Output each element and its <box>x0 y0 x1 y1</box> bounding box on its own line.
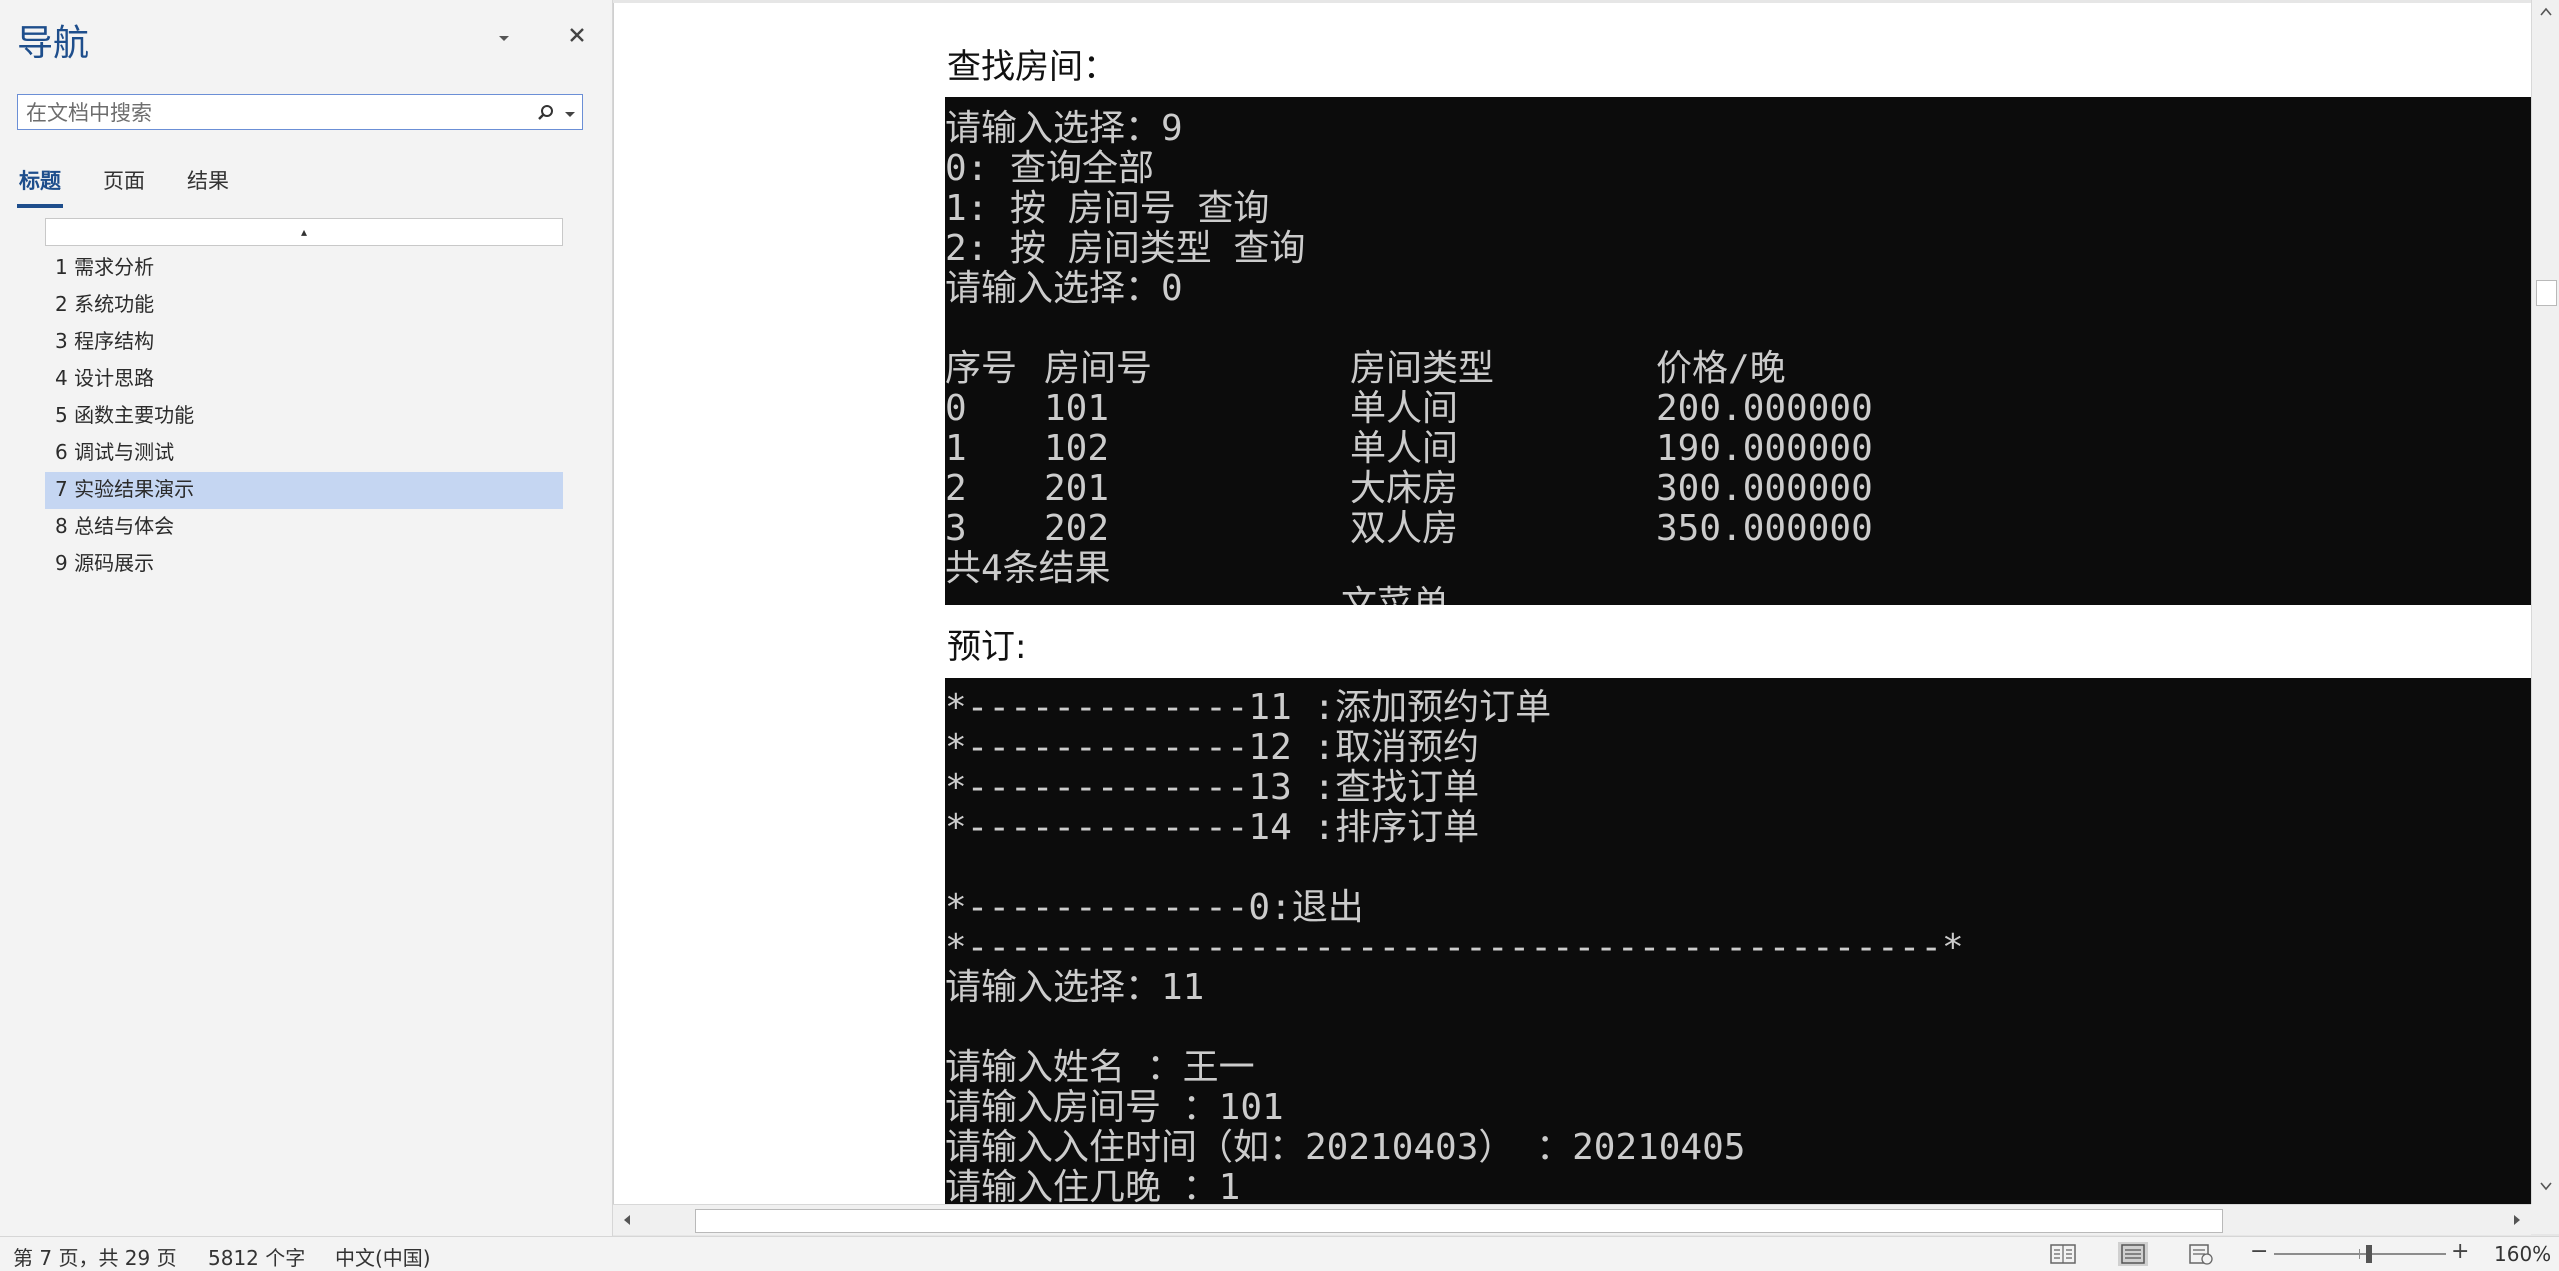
vertical-scrollbar[interactable] <box>2531 0 2559 1204</box>
heading-item-debug-testing[interactable]: 6 调试与测试 <box>45 435 563 472</box>
console-result-count: 共4条结果 <box>945 548 1111 589</box>
table-cell: 3 <box>945 508 967 549</box>
heading-item-function-overview[interactable]: 5 函数主要功能 <box>45 398 563 435</box>
heading-item-design-ideas[interactable]: 4 设计思路 <box>45 361 563 398</box>
read-mode-icon[interactable] <box>2048 1242 2078 1266</box>
tab-pages[interactable]: 页面 <box>103 165 145 195</box>
close-icon[interactable] <box>564 22 590 48</box>
console-line: 请输入选择：9 <box>945 108 1183 149</box>
document-area[interactable]: 查找房间： 请输入选择：9 0: 查询全部 1: 按 房间号 查询 2: 按 房… <box>613 0 2531 1204</box>
paragraph-booking: 预订: <box>947 627 1027 667</box>
scroll-down-arrow-icon[interactable] <box>2538 1178 2554 1194</box>
table-cell: 双人房 <box>1350 508 1459 549</box>
console-line: *---------------------------------------… <box>945 927 1964 968</box>
console-screenshot-booking: *-------------11 :添加预约订单 *-------------1… <box>945 678 2531 1204</box>
scroll-right-arrow-icon[interactable] <box>2509 1212 2525 1228</box>
table-cell: 190.000000 <box>1656 428 1873 469</box>
table-header-cell: 房间类型 <box>1350 348 1495 389</box>
console-line: 请输入选择：0 <box>945 268 1183 309</box>
scroll-up-arrow-icon[interactable] <box>2538 4 2554 20</box>
page-count-status[interactable]: 第 7 页，共 29 页 <box>13 1242 177 1271</box>
table-cell: 单人间 <box>1350 388 1459 429</box>
search-icon[interactable] <box>536 103 556 123</box>
heading-item-results-demo[interactable]: 7 实验结果演示 <box>45 472 563 509</box>
heading-item-source-code[interactable]: 9 源码展示 <box>45 546 563 583</box>
heading-item-system-functions[interactable]: 2 系统功能 <box>45 287 563 324</box>
console-line: 1: 按 房间号 查询 <box>945 188 1270 229</box>
web-layout-icon[interactable] <box>2186 1242 2216 1266</box>
tab-results[interactable]: 结果 <box>187 165 229 195</box>
table-cell: 300.000000 <box>1656 468 1873 509</box>
word-count-status[interactable]: 5812 个字 <box>208 1242 305 1271</box>
zoom-slider-track[interactable] <box>2274 1253 2446 1255</box>
search-input[interactable] <box>24 95 528 131</box>
collapse-all-button[interactable]: ▴ <box>45 218 563 246</box>
nav-title: 导航 <box>17 23 90 64</box>
heading-item-program-structure[interactable]: 3 程序结构 <box>45 324 563 361</box>
heading-item-summary[interactable]: 8 总结与体会 <box>45 509 563 546</box>
paragraph-find-room: 查找房间： <box>947 47 1117 87</box>
table-cell: 101 <box>1044 388 1110 429</box>
search-box[interactable] <box>17 94 583 131</box>
search-options-chevron-icon[interactable] <box>562 103 578 123</box>
console-line: 请输入选择：11 <box>945 967 1205 1008</box>
table-header-cell: 序号 <box>945 348 1018 389</box>
console-screenshot-find-room: 请输入选择：9 0: 查询全部 1: 按 房间号 查询 2: 按 房间类型 查询… <box>945 97 2531 605</box>
table-cell: 0 <box>945 388 967 429</box>
console-line: *-------------12 :取消预约 <box>945 727 1480 768</box>
heading-item-requirements[interactable]: 1 需求分析 <box>45 250 563 287</box>
zoom-out-button[interactable]: − <box>2250 1239 2268 1264</box>
table-cell: 大床房 <box>1350 468 1459 509</box>
table-header-cell: 房间号 <box>1044 348 1153 389</box>
nav-options-chevron-icon[interactable] <box>492 26 516 50</box>
zoom-slider-thumb[interactable] <box>2366 1245 2372 1263</box>
console-line: *-------------13 :查找订单 <box>945 767 1480 808</box>
zoom-slider-tick <box>2359 1249 2360 1259</box>
console-line: 请输入住几晚 ：1 <box>945 1167 1241 1205</box>
table-cell: 200.000000 <box>1656 388 1873 429</box>
navigation-pane: 导航 标题 页面 结果 ▴ 1 需求分析 2 系统功能 3 程序结构 4 设计思… <box>0 0 613 1238</box>
table-cell: 1 <box>945 428 967 469</box>
console-line: 请输入房间号 ：101 <box>945 1087 1284 1128</box>
table-cell: 202 <box>1044 508 1110 549</box>
console-line: 请输入姓名 ：王一 <box>945 1047 1255 1088</box>
print-layout-icon[interactable] <box>2118 1242 2148 1266</box>
horizontal-scrollbar[interactable] <box>613 1204 2531 1235</box>
console-line: *-------------14 :排序订单 <box>945 807 1480 848</box>
active-tab-indicator <box>17 204 63 208</box>
table-cell: 102 <box>1044 428 1110 469</box>
scroll-left-arrow-icon[interactable] <box>619 1212 635 1228</box>
language-status[interactable]: 中文(中国) <box>335 1242 431 1271</box>
scrollbar-corner <box>2531 1204 2559 1234</box>
console-line: 2: 按 房间类型 查询 <box>945 228 1306 269</box>
table-cell: 201 <box>1044 468 1110 509</box>
zoom-in-button[interactable]: + <box>2451 1239 2469 1264</box>
console-line: *-------------0:退出 <box>945 887 1364 928</box>
console-clipped-text: 文菜单 <box>1341 584 1450 606</box>
table-cell: 2 <box>945 468 967 509</box>
vertical-scroll-thumb[interactable] <box>2536 280 2557 306</box>
table-cell: 350.000000 <box>1656 508 1873 549</box>
table-cell: 单人间 <box>1350 428 1459 469</box>
horizontal-scroll-thumb[interactable] <box>695 1209 2223 1233</box>
document-page[interactable]: 查找房间： 请输入选择：9 0: 查询全部 1: 按 房间号 查询 2: 按 房… <box>613 3 2531 1204</box>
tab-headings[interactable]: 标题 <box>19 165 61 195</box>
console-line: *-------------11 :添加预约订单 <box>945 687 1552 728</box>
console-line: 请输入入住时间（如：20210403） ：20210405 <box>945 1127 1746 1168</box>
status-bar: 第 7 页，共 29 页 5812 个字 中文(中国) − + 160% <box>0 1236 2559 1271</box>
zoom-level[interactable]: 160% <box>2494 1242 2551 1266</box>
headings-list: 1 需求分析 2 系统功能 3 程序结构 4 设计思路 5 函数主要功能 6 调… <box>45 250 563 583</box>
console-line: 0: 查询全部 <box>945 148 1155 189</box>
table-header-cell: 价格/晚 <box>1656 348 1786 389</box>
